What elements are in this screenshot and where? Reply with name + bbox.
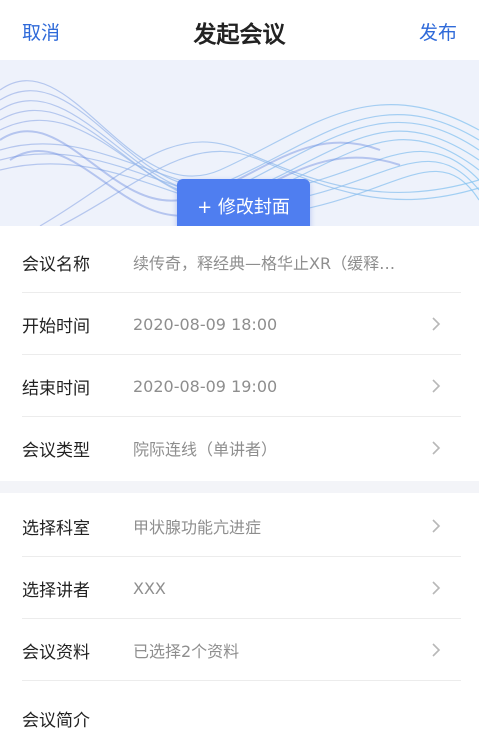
chevron-right-icon — [432, 643, 441, 657]
end-time-value: 2020-08-09 19:00 — [133, 376, 278, 396]
row-label: 会议类型 — [22, 440, 90, 461]
row-label: 结束时间 — [22, 378, 90, 399]
row-label: 会议名称 — [22, 254, 90, 275]
department-row[interactable]: 选择科室 甲状腺功能亢进症 — [0, 495, 479, 557]
department-value: 甲状腺功能亢进症 — [133, 518, 262, 537]
chevron-right-icon — [432, 379, 441, 393]
row-label: 选择讲者 — [22, 580, 90, 601]
cover-image: + 修改封面 — [0, 60, 479, 226]
start-time-value: 2020-08-09 18:00 — [133, 314, 278, 334]
end-time-row[interactable]: 结束时间 2020-08-09 19:00 — [0, 355, 479, 417]
row-label: 会议简介 — [22, 711, 90, 731]
materials-value: 已选择2个资料 — [133, 642, 240, 661]
publish-button[interactable]: 发布 — [419, 18, 457, 45]
meeting-detail-section: 选择科室 甲状腺功能亢进症 选择讲者 XXX 会议资料 已选择2个资料 — [0, 495, 479, 681]
row-label: 会议资料 — [22, 642, 90, 663]
divider — [22, 680, 461, 681]
page-title: 发起会议 — [193, 22, 286, 48]
meeting-type-value: 院际连线（单讲者） — [133, 440, 278, 459]
chevron-right-icon — [432, 441, 441, 455]
speaker-value: XXX — [133, 578, 166, 598]
nav-bar: 取消 发起会议 发布 — [0, 0, 479, 60]
section-gap — [0, 481, 479, 493]
meeting-name-value: 续传奇，释经典—格华止XR（缓释… — [133, 254, 396, 273]
meeting-type-row[interactable]: 会议类型 院际连线（单讲者） — [0, 417, 479, 479]
chevron-right-icon — [432, 519, 441, 533]
speaker-row[interactable]: 选择讲者 XXX — [0, 557, 479, 619]
meeting-info-section: 会议名称 续传奇，释经典—格华止XR（缓释… 开始时间 2020-08-09 1… — [0, 231, 479, 479]
intro-row[interactable]: 会议简介 — [0, 682, 479, 733]
start-time-row[interactable]: 开始时间 2020-08-09 18:00 — [0, 293, 479, 355]
materials-row[interactable]: 会议资料 已选择2个资料 — [0, 619, 479, 681]
meeting-name-row[interactable]: 会议名称 续传奇，释经典—格华止XR（缓释… — [0, 231, 479, 293]
chevron-right-icon — [432, 581, 441, 595]
change-cover-button[interactable]: + 修改封面 — [177, 179, 310, 226]
chevron-right-icon — [432, 317, 441, 331]
row-label: 选择科室 — [22, 518, 90, 539]
row-label: 开始时间 — [22, 316, 90, 337]
